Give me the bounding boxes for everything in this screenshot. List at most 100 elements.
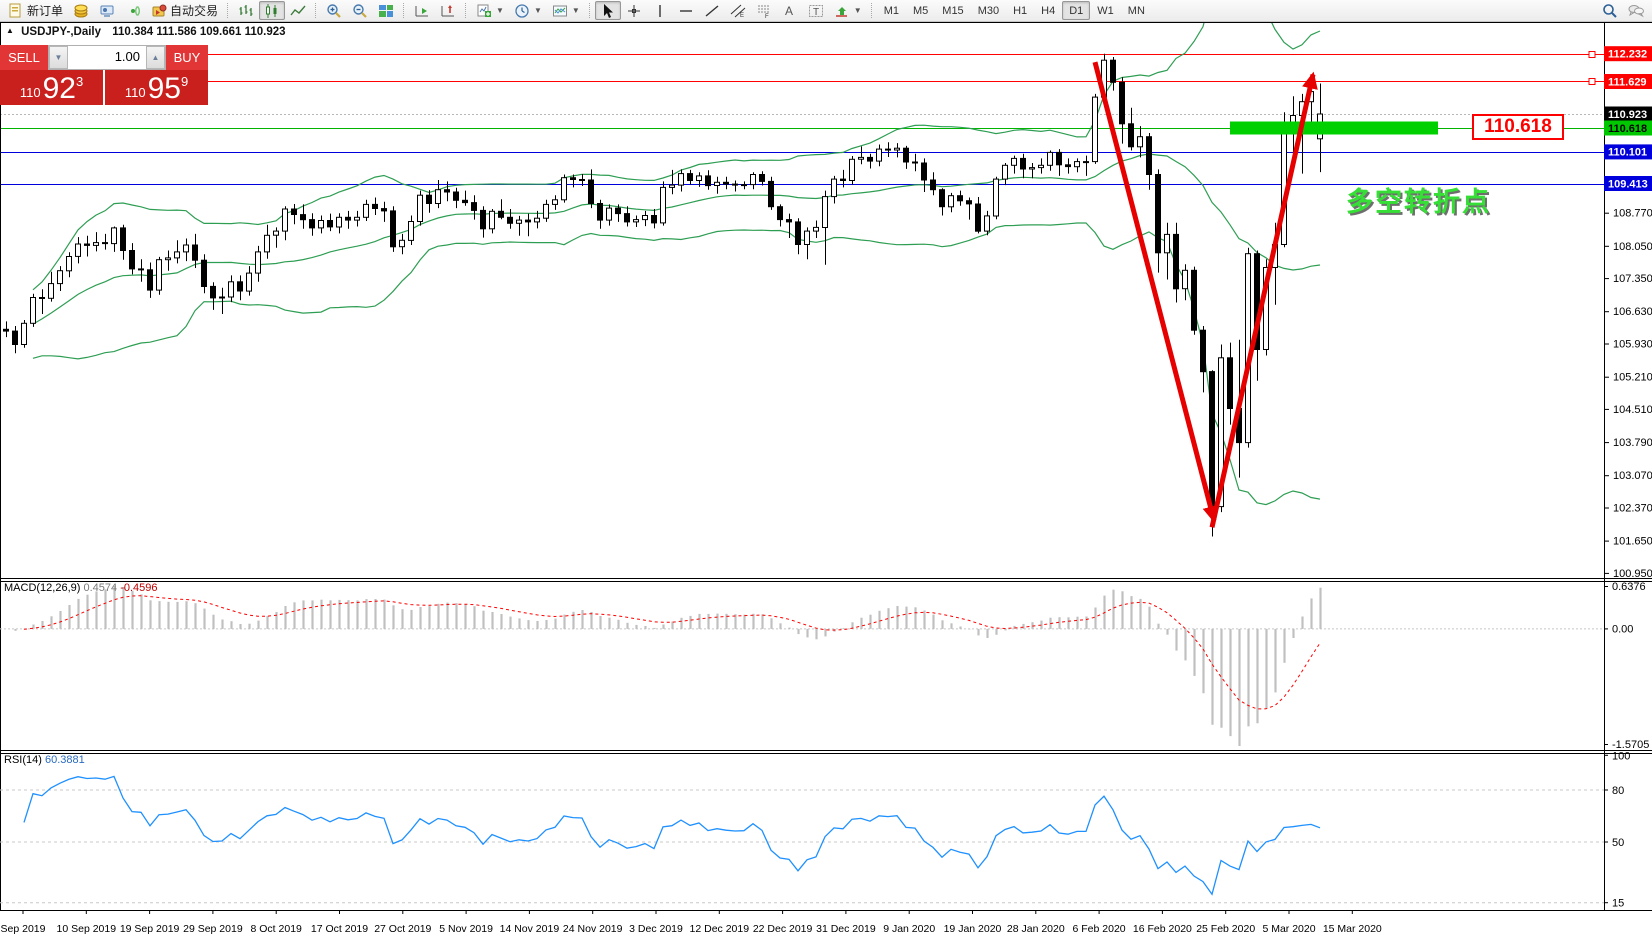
timeframe-h4[interactable]: H4 — [1034, 1, 1062, 20]
date-tick-label: 12 Dec 2019 — [690, 923, 750, 935]
volume-decrease-button[interactable]: ▼ — [49, 46, 68, 69]
price-axis[interactable]: 108.770 108.050 107.350 106.630 105.930 105.2… — [1604, 46, 1652, 580]
signals-button[interactable] — [120, 1, 146, 20]
toolbar-separator — [403, 3, 405, 18]
auto-trading-label: 自动交易 — [170, 4, 219, 18]
periods-button[interactable]: ▼ — [509, 1, 547, 20]
arrows-shapes-icon — [835, 6, 847, 17]
svg-text:A: A — [785, 4, 793, 18]
tile-windows-icon — [379, 4, 394, 17]
price-tick-label: 108.050 — [1613, 241, 1652, 253]
arrows-tool-button[interactable]: ▼ — [829, 1, 867, 20]
sell-button[interactable]: SELL — [0, 45, 48, 70]
signal-icon — [131, 5, 140, 16]
line-handle[interactable] — [1588, 51, 1596, 58]
price-tick-label: 103.070 — [1613, 470, 1652, 482]
monitor-user-icon — [100, 5, 114, 17]
svg-text:E: E — [740, 13, 744, 19]
search-button[interactable] — [1597, 1, 1623, 20]
vertical-line-tool-button[interactable] — [647, 1, 673, 20]
new-order-button[interactable]: 新订单 — [3, 1, 68, 20]
crosshair-tool-button[interactable] — [621, 1, 647, 20]
symbol-collapse-icon[interactable]: ▲ — [6, 26, 14, 35]
date-tick-label: 5 Nov 2019 — [439, 923, 493, 935]
bar-chart-icon — [239, 4, 253, 16]
text-tool-button[interactable]: A — [777, 1, 803, 20]
line-handle[interactable] — [1588, 78, 1596, 85]
fibonacci-icon: F — [757, 5, 769, 19]
timeframe-d1[interactable]: D1 — [1062, 1, 1091, 20]
price-chart[interactable]: 108.770 108.050 107.350 106.630 105.930 105.2… — [0, 0, 1652, 949]
svg-text:110.618: 110.618 — [1608, 123, 1647, 135]
buy-price-base: 110 — [124, 85, 146, 100]
date-tick-label: 8 Oct 2019 — [251, 923, 303, 935]
date-tick-label: 14 Nov 2019 — [500, 923, 560, 935]
fibonacci-tool-button[interactable]: F — [751, 1, 777, 20]
timeframe-toolbar: M1 M5 M15 M30 H1 H4 D1 W1 MN — [877, 1, 1152, 20]
search-icon — [1603, 3, 1617, 18]
chat-button[interactable] — [1623, 1, 1649, 20]
macd-indicator-label: MACD(12,26,9) 0.4574 -0.4596 — [4, 582, 158, 594]
toolbar-separator — [227, 3, 229, 18]
buy-button[interactable]: BUY — [166, 45, 208, 70]
price-tick-label: 105.930 — [1613, 339, 1652, 351]
zoom-out-button[interactable] — [347, 1, 373, 20]
volume-value[interactable]: 1.00 — [68, 46, 146, 69]
price-tick-label: 102.370 — [1613, 503, 1652, 515]
horizontal-levels — [0, 51, 1604, 185]
volume-increase-button[interactable]: ▲ — [146, 46, 165, 69]
date-tick-label: 27 Oct 2019 — [374, 923, 431, 935]
chart-title: ▲ USDJPY-,Daily 110.384 111.586 109.661 … — [6, 26, 286, 38]
chat-bubbles-icon — [1628, 4, 1644, 17]
support-zone[interactable] — [1230, 121, 1438, 135]
toolbar: 新订单 自动交易 ▼ ▼ ▼ E F A T ▼ M1 M5 M15 M30 H… — [0, 0, 1652, 22]
date-axis[interactable]: Sep 2019 10 Sep 2019 19 Sep 2019 29 Sep 201… — [1, 910, 1382, 935]
line-chart-button[interactable] — [285, 1, 311, 20]
timeframe-m30[interactable]: M30 — [971, 1, 1006, 20]
zoom-out-icon — [353, 3, 367, 18]
svg-text:50: 50 — [1612, 837, 1624, 849]
price-tick-label: 106.630 — [1613, 306, 1652, 318]
zoom-in-button[interactable] — [321, 1, 347, 20]
auto-scroll-button[interactable] — [409, 1, 435, 20]
dropdown-caret-icon: ▼ — [571, 6, 580, 15]
level-price-callout[interactable]: 110.618 — [1472, 114, 1564, 140]
chart-shift-button[interactable] — [435, 1, 461, 20]
candlestick-chart-button[interactable] — [259, 1, 286, 20]
timeframe-m1[interactable]: M1 — [877, 1, 906, 20]
auto-trading-button[interactable]: 自动交易 — [146, 1, 223, 20]
timeframe-m5[interactable]: M5 — [906, 1, 935, 20]
timeframe-w1[interactable]: W1 — [1090, 1, 1121, 20]
sell-price[interactable]: 110 92 3 — [0, 70, 103, 105]
price-tick-label: 101.650 — [1613, 536, 1652, 548]
sell-price-base: 110 — [19, 85, 41, 100]
date-tick-label: 31 Dec 2019 — [816, 923, 876, 935]
svg-text:0.6376: 0.6376 — [1612, 581, 1646, 593]
sell-price-pip: 3 — [75, 74, 84, 89]
templates-button[interactable]: ▼ — [547, 1, 585, 20]
toolbar-separator — [315, 3, 317, 18]
bar-chart-button[interactable] — [233, 1, 259, 20]
mt4-terminal-window: 108.770 108.050 107.350 106.630 105.930 105.2… — [0, 0, 1652, 949]
timeframe-h1[interactable]: H1 — [1006, 1, 1034, 20]
date-tick-label: 22 Dec 2019 — [753, 923, 813, 935]
horizontal-line-tool-button[interactable] — [673, 1, 699, 20]
cursor-tool-button[interactable] — [594, 1, 621, 20]
text-icon: A — [785, 4, 793, 18]
auto-scroll-icon — [415, 5, 429, 16]
deposit-button[interactable] — [68, 1, 94, 20]
tile-windows-button[interactable] — [373, 1, 399, 20]
buy-price-pip: 9 — [180, 74, 189, 89]
svg-text:80: 80 — [1612, 785, 1624, 797]
svg-text:109.413: 109.413 — [1608, 178, 1648, 190]
one-click-trading-panel: SELL ▼ 1.00 ▲ BUY 110 92 3 110 95 9 — [0, 45, 208, 105]
community-button[interactable] — [94, 1, 120, 20]
trendline-tool-button[interactable] — [699, 1, 725, 20]
new-chart-button[interactable]: ▼ — [471, 1, 509, 20]
timeframe-mn[interactable]: MN — [1121, 1, 1152, 20]
buy-price[interactable]: 110 95 9 — [105, 70, 208, 105]
timeframe-m15[interactable]: M15 — [935, 1, 970, 20]
new-order-label: 新订单 — [27, 4, 64, 18]
text-label-tool-button[interactable]: T — [803, 1, 829, 20]
channel-tool-button[interactable]: E — [725, 1, 751, 20]
